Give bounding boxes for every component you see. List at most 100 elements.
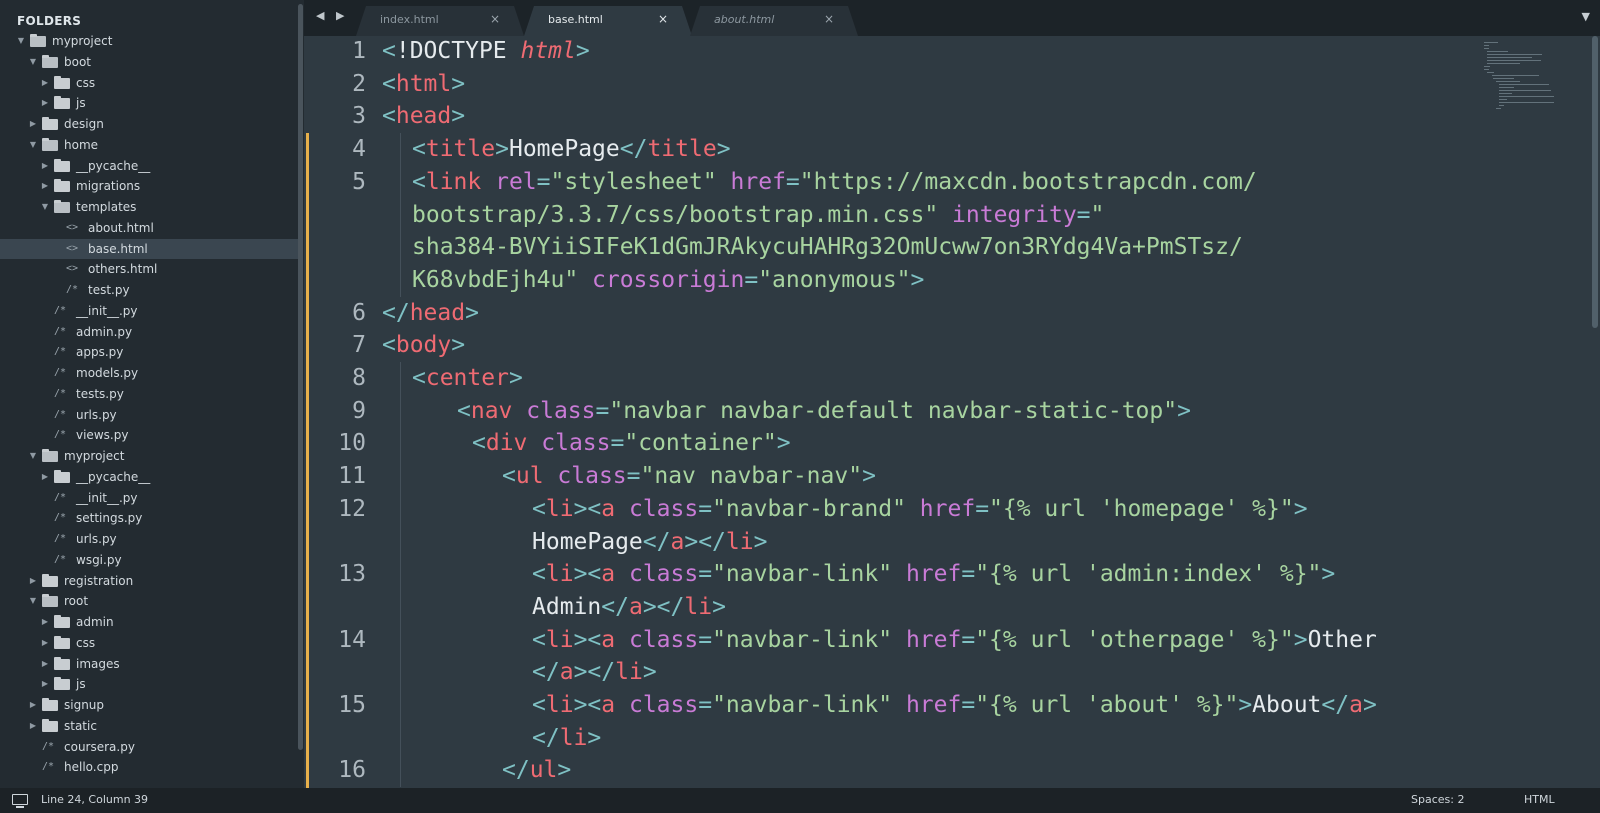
tree-folder[interactable]: ▼ myproject: [0, 31, 298, 52]
tree-folder[interactable]: ▶ signup: [0, 695, 298, 716]
tree-file[interactable]: <> base.html: [0, 238, 298, 260]
tab-about-html[interactable]: about.html ×: [690, 6, 858, 36]
tab-index-html[interactable]: index.html ×: [356, 6, 524, 36]
tree-folder[interactable]: ▶ __pycache__: [0, 156, 298, 177]
close-icon[interactable]: ×: [824, 12, 834, 26]
tree-item-label: models.py: [76, 366, 139, 380]
code-line[interactable]: <html>: [382, 68, 465, 101]
tree-file[interactable]: /* coursera.py: [0, 737, 298, 758]
tree-file[interactable]: /* views.py: [0, 425, 298, 446]
editor-scrollbar[interactable]: [1592, 36, 1598, 328]
caret-down-icon[interactable]: ▼: [28, 135, 38, 156]
code-line[interactable]: <li><a class="navbar-brand" href="{% url…: [532, 493, 1308, 526]
console-icon[interactable]: [12, 794, 28, 808]
code-line[interactable]: bootstrap/3.3.7/css/bootstrap.min.css" i…: [412, 199, 1104, 232]
caret-down-icon[interactable]: ▼: [40, 197, 50, 218]
caret-right-icon[interactable]: ▶: [40, 654, 50, 675]
tree-file[interactable]: /* urls.py: [0, 529, 298, 550]
tree-file[interactable]: <> others.html: [0, 259, 298, 280]
tree-file[interactable]: /* urls.py: [0, 405, 298, 426]
code-line[interactable]: K68vbdEjh4u" crossorigin="anonymous">: [412, 264, 924, 297]
tree-folder[interactable]: ▶ js: [0, 93, 298, 114]
caret-right-icon[interactable]: ▶: [28, 114, 38, 135]
caret-right-icon[interactable]: ▶: [28, 716, 38, 737]
code-line[interactable]: <head>: [382, 100, 465, 133]
tree-file[interactable]: /* wsgi.py: [0, 550, 298, 571]
code-line[interactable]: </ul>: [502, 754, 571, 787]
caret-right-icon[interactable]: ▶: [40, 73, 50, 94]
tree-folder[interactable]: ▼ home: [0, 135, 298, 156]
tree-file[interactable]: /* __init__.py: [0, 488, 298, 509]
code-line[interactable]: <!DOCTYPE html>: [382, 36, 590, 68]
minimap-line: [1487, 63, 1521, 64]
caret-right-icon[interactable]: ▶: [28, 695, 38, 716]
code-line[interactable]: </li>: [532, 722, 601, 755]
tree-folder[interactable]: ▶ design: [0, 114, 298, 135]
caret-right-icon[interactable]: ▶: [40, 176, 50, 197]
caret-down-icon[interactable]: ▼: [28, 52, 38, 73]
caret-right-icon[interactable]: ▶: [40, 93, 50, 114]
minimap[interactable]: [1484, 36, 1554, 126]
tree-file[interactable]: /* models.py: [0, 363, 298, 384]
tree-folder[interactable]: ▼ myproject: [0, 446, 298, 467]
caret-down-icon[interactable]: ▼: [28, 446, 38, 467]
caret-down-icon[interactable]: ▼: [28, 591, 38, 612]
tab-nav-arrows[interactable]: ◀ ▶: [316, 9, 348, 22]
tree-folder[interactable]: ▶ migrations: [0, 176, 298, 197]
caret-right-icon[interactable]: ▶: [40, 633, 50, 654]
indentation-setting[interactable]: Spaces: 2: [1411, 793, 1464, 806]
code-line[interactable]: <nav class="navbar navbar-default navbar…: [457, 395, 1191, 428]
code-line[interactable]: <body>: [382, 329, 465, 362]
tree-folder[interactable]: ▶ css: [0, 633, 298, 654]
code-file-icon: /*: [54, 325, 67, 337]
code-line[interactable]: <li><a class="navbar-link" href="{% url …: [532, 624, 1377, 657]
tree-folder[interactable]: ▼ templates: [0, 197, 298, 218]
syntax-mode[interactable]: HTML: [1524, 793, 1555, 806]
code-line[interactable]: HomePage</a></li>: [532, 526, 767, 559]
caret-right-icon[interactable]: ▶: [40, 156, 50, 177]
tab-base-html[interactable]: base.html ×: [524, 6, 692, 36]
code-area[interactable]: <!DOCTYPE html> <html> <head> <title>HomePa…: [304, 36, 1484, 788]
tree-folder[interactable]: ▼ root: [0, 591, 298, 612]
tab-menu-icon[interactable]: ▼: [1582, 10, 1590, 23]
tree-folder[interactable]: ▶ css: [0, 73, 298, 94]
tree-file[interactable]: /* hello.cpp: [0, 757, 298, 778]
sidebar-scrollbar[interactable]: [298, 4, 303, 750]
cursor-position[interactable]: Line 24, Column 39: [41, 793, 148, 806]
code-line[interactable]: <title>HomePage</title>: [412, 133, 731, 166]
caret-down-icon[interactable]: ▼: [16, 31, 26, 52]
tree-folder[interactable]: ▶ js: [0, 674, 298, 695]
tree-folder[interactable]: ▶ registration: [0, 571, 298, 592]
tree-file[interactable]: /* __init__.py: [0, 301, 298, 322]
code-token: >: [1238, 692, 1253, 718]
tree-file[interactable]: /* tests.py: [0, 384, 298, 405]
code-line[interactable]: </a></li>: [532, 656, 657, 689]
tree-folder[interactable]: ▶ admin: [0, 612, 298, 633]
code-line[interactable]: sha384-BVYiiSIFeK1dGmJRAkycuHAHRg32OmUcw…: [412, 231, 1243, 264]
code-editor[interactable]: 1 2 3 4 5 6 7 8 9 10 11 12 13 14 15 16 <!DOCTYPE html> <…: [304, 36, 1600, 788]
code-line[interactable]: <center>: [412, 362, 523, 395]
tree-folder[interactable]: ▶ __pycache__: [0, 467, 298, 488]
tree-folder[interactable]: ▶ images: [0, 654, 298, 675]
code-line[interactable]: <ul class="nav navbar-nav">: [502, 460, 876, 493]
tree-file[interactable]: <> about.html: [0, 218, 298, 239]
code-line[interactable]: <link rel="stylesheet" href="https://max…: [412, 166, 1257, 199]
tree-folder[interactable]: ▼ boot: [0, 52, 298, 73]
tree-file[interactable]: /* test.py: [0, 280, 298, 301]
tree-file[interactable]: /* admin.py: [0, 322, 298, 343]
code-line[interactable]: Admin</a></li>: [532, 591, 726, 624]
code-token: >: [642, 659, 657, 686]
caret-right-icon[interactable]: ▶: [40, 674, 50, 695]
code-line[interactable]: </head>: [382, 297, 479, 330]
code-line[interactable]: <div class="container">: [472, 427, 791, 460]
caret-right-icon[interactable]: ▶: [40, 467, 50, 488]
code-line[interactable]: <li><a class="navbar-link" href="{% url …: [532, 558, 1335, 591]
code-line[interactable]: <li><a class="navbar-link" href="{% url …: [532, 689, 1377, 722]
tree-folder[interactable]: ▶ static: [0, 716, 298, 737]
caret-right-icon[interactable]: ▶: [28, 571, 38, 592]
tree-file[interactable]: /* settings.py: [0, 508, 298, 529]
tree-file[interactable]: /* apps.py: [0, 342, 298, 363]
caret-right-icon[interactable]: ▶: [40, 612, 50, 633]
close-icon[interactable]: ×: [490, 12, 500, 26]
close-icon[interactable]: ×: [658, 12, 668, 26]
